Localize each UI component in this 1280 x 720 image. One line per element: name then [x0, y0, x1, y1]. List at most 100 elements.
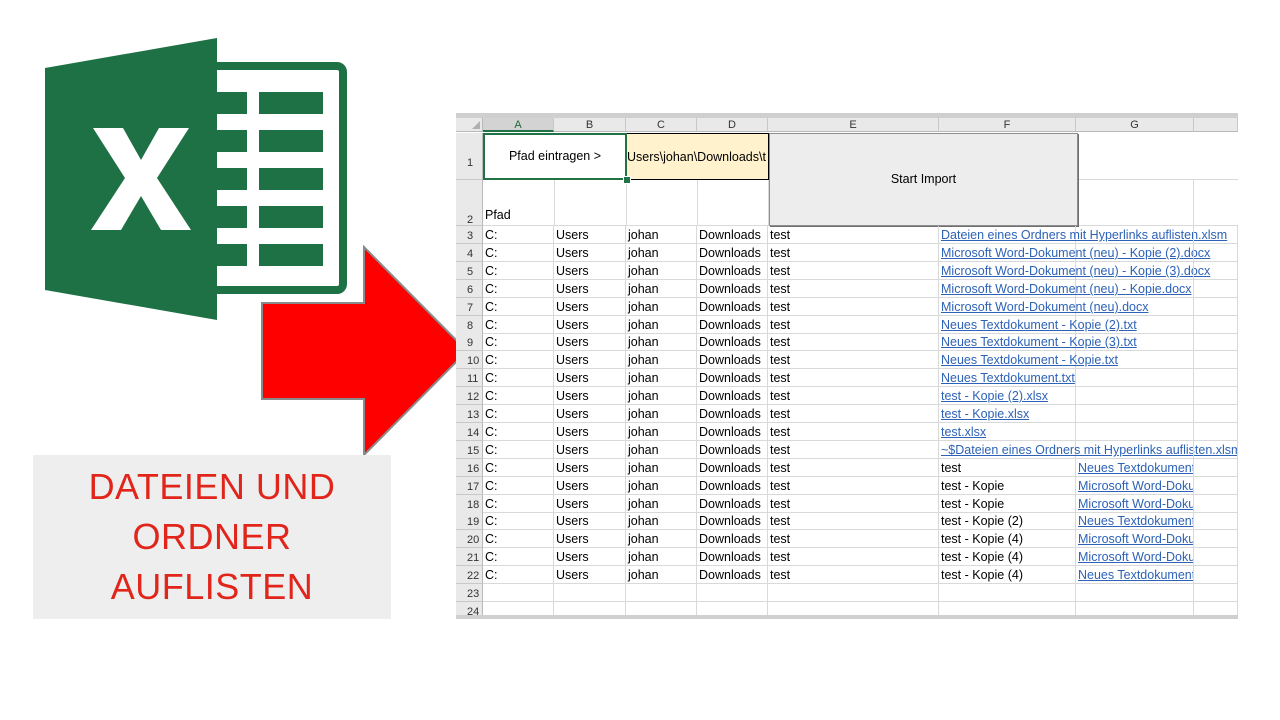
cell-g[interactable] — [1076, 584, 1194, 602]
cell-b[interactable]: Users — [554, 244, 626, 262]
cell-f[interactable]: Neues Textdokument.txt — [939, 369, 1076, 387]
column-header-g[interactable]: G — [1076, 118, 1194, 132]
cell-c[interactable]: johan — [626, 512, 697, 530]
hyperlink[interactable]: Neues Textdokument - Kopie — [1078, 514, 1193, 528]
cell-f[interactable]: test - Kopie.xlsx — [939, 405, 1076, 423]
cell-b[interactable]: Users — [554, 423, 626, 441]
cell-b[interactable]: Users — [554, 226, 626, 244]
row-header[interactable]: 16 — [456, 459, 483, 477]
cell-c[interactable]: johan — [626, 548, 697, 566]
cell-c[interactable]: johan — [626, 387, 697, 405]
cell-extra[interactable] — [1194, 441, 1238, 459]
start-import-button[interactable]: Start Import — [769, 133, 1078, 226]
cell-extra[interactable] — [1194, 369, 1238, 387]
cell-b[interactable]: Users — [554, 262, 626, 280]
cell-b[interactable]: Users — [554, 548, 626, 566]
cell-d[interactable]: Downloads — [697, 316, 768, 334]
cell-g[interactable] — [1076, 280, 1194, 298]
cell-b[interactable]: Users — [554, 280, 626, 298]
cell-e[interactable]: test — [768, 333, 939, 351]
cell-d[interactable]: Downloads — [697, 351, 768, 369]
cell-c[interactable]: johan — [626, 423, 697, 441]
cell-d[interactable]: Downloads — [697, 512, 768, 530]
cell-c[interactable]: johan — [626, 280, 697, 298]
cell-d[interactable]: Downloads — [697, 244, 768, 262]
row-header[interactable]: 5 — [456, 262, 483, 280]
row-header[interactable]: 8 — [456, 316, 483, 334]
cell-d[interactable]: Downloads — [697, 477, 768, 495]
cell-g[interactable] — [1076, 423, 1194, 441]
cell-b[interactable]: Users — [554, 512, 626, 530]
cell-b[interactable]: Users — [554, 477, 626, 495]
cell-d[interactable]: Downloads — [697, 495, 768, 513]
cell-c[interactable]: johan — [626, 566, 697, 584]
cell-g[interactable] — [1076, 441, 1194, 459]
cell-extra[interactable] — [1194, 351, 1238, 369]
cell-f[interactable]: test - Kopie (2) — [939, 512, 1076, 530]
cell-a[interactable]: C: — [483, 441, 554, 459]
row-header[interactable]: 23 — [456, 584, 483, 602]
column-header-b[interactable]: B — [554, 118, 626, 132]
hyperlink[interactable]: test.xlsx — [941, 425, 986, 439]
cell-g[interactable] — [1076, 369, 1194, 387]
cell-d[interactable]: Downloads — [697, 298, 768, 316]
column-header-f[interactable]: F — [939, 118, 1076, 132]
cell-c[interactable]: johan — [626, 530, 697, 548]
cell-b[interactable]: Users — [554, 333, 626, 351]
cell-f[interactable]: test - Kopie (2).xlsx — [939, 387, 1076, 405]
cell-e[interactable]: test — [768, 495, 939, 513]
cell-d[interactable] — [697, 584, 768, 602]
cell-d[interactable]: Downloads — [697, 369, 768, 387]
cell-e[interactable]: test — [768, 566, 939, 584]
cell-g[interactable] — [1076, 387, 1194, 405]
row-header[interactable]: 9 — [456, 333, 483, 351]
row-header[interactable]: 20 — [456, 530, 483, 548]
cell-f[interactable]: Neues Textdokument - Kopie.txt — [939, 351, 1118, 369]
cell-d[interactable]: Downloads — [697, 459, 768, 477]
cell-d[interactable]: Downloads — [697, 441, 768, 459]
cell-extra[interactable] — [1194, 316, 1238, 334]
hyperlink[interactable]: Microsoft Word-Dokument (n — [1078, 479, 1193, 493]
cell-f[interactable]: Microsoft Word-Dokument (neu) - Kopie (3… — [939, 262, 1210, 280]
cell-a[interactable]: C: — [483, 405, 554, 423]
cell-c[interactable] — [626, 584, 697, 602]
cell-a[interactable]: C: — [483, 333, 554, 351]
cell-a[interactable]: C: — [483, 387, 554, 405]
row-header[interactable]: 15 — [456, 441, 483, 459]
cell-a[interactable]: C: — [483, 459, 554, 477]
cell-e[interactable]: test — [768, 459, 939, 477]
cell-g[interactable]: Microsoft Word-Dokument (n — [1076, 495, 1194, 513]
cell-g[interactable]: Neues Textdokument - Kopie — [1076, 512, 1194, 530]
cell-c[interactable]: johan — [626, 262, 697, 280]
cell-extra[interactable] — [1194, 548, 1238, 566]
cell-e[interactable]: test — [768, 280, 939, 298]
row-header[interactable]: 18 — [456, 495, 483, 513]
cell-a[interactable]: C: — [483, 244, 554, 262]
cell-extra[interactable] — [1194, 566, 1238, 584]
cell-a[interactable]: C: — [483, 226, 554, 244]
cell-e[interactable] — [768, 584, 939, 602]
cell-c[interactable]: johan — [626, 226, 697, 244]
cell-d[interactable]: Downloads — [697, 530, 768, 548]
cell-c[interactable]: johan — [626, 316, 697, 334]
cell-e[interactable]: test — [768, 244, 939, 262]
cell-f[interactable]: test - Kopie — [939, 477, 1076, 495]
cell-f[interactable]: test - Kopie (4) — [939, 566, 1076, 584]
column-header-e[interactable]: E — [768, 118, 939, 132]
cell-d[interactable]: Downloads — [697, 566, 768, 584]
cell-g[interactable] — [1076, 226, 1194, 244]
cell-b[interactable]: Users — [554, 387, 626, 405]
cell-c[interactable]: johan — [626, 405, 697, 423]
cell-e[interactable]: test — [768, 387, 939, 405]
cell-a[interactable]: C: — [483, 512, 554, 530]
cell-extra[interactable] — [1194, 584, 1238, 602]
cell-a[interactable]: C: — [483, 369, 554, 387]
cell-f[interactable]: ~$Dateien eines Ordners mit Hyperlinks a… — [939, 441, 1238, 459]
cell-g[interactable]: Microsoft Word-Dokument (n — [1076, 530, 1194, 548]
column-header-a[interactable]: A — [483, 118, 554, 132]
cell-b[interactable]: Users — [554, 459, 626, 477]
cell-e[interactable]: test — [768, 262, 939, 280]
cell-d[interactable]: Downloads — [697, 405, 768, 423]
cell-b[interactable] — [554, 584, 626, 602]
cell-d[interactable]: Downloads — [697, 548, 768, 566]
